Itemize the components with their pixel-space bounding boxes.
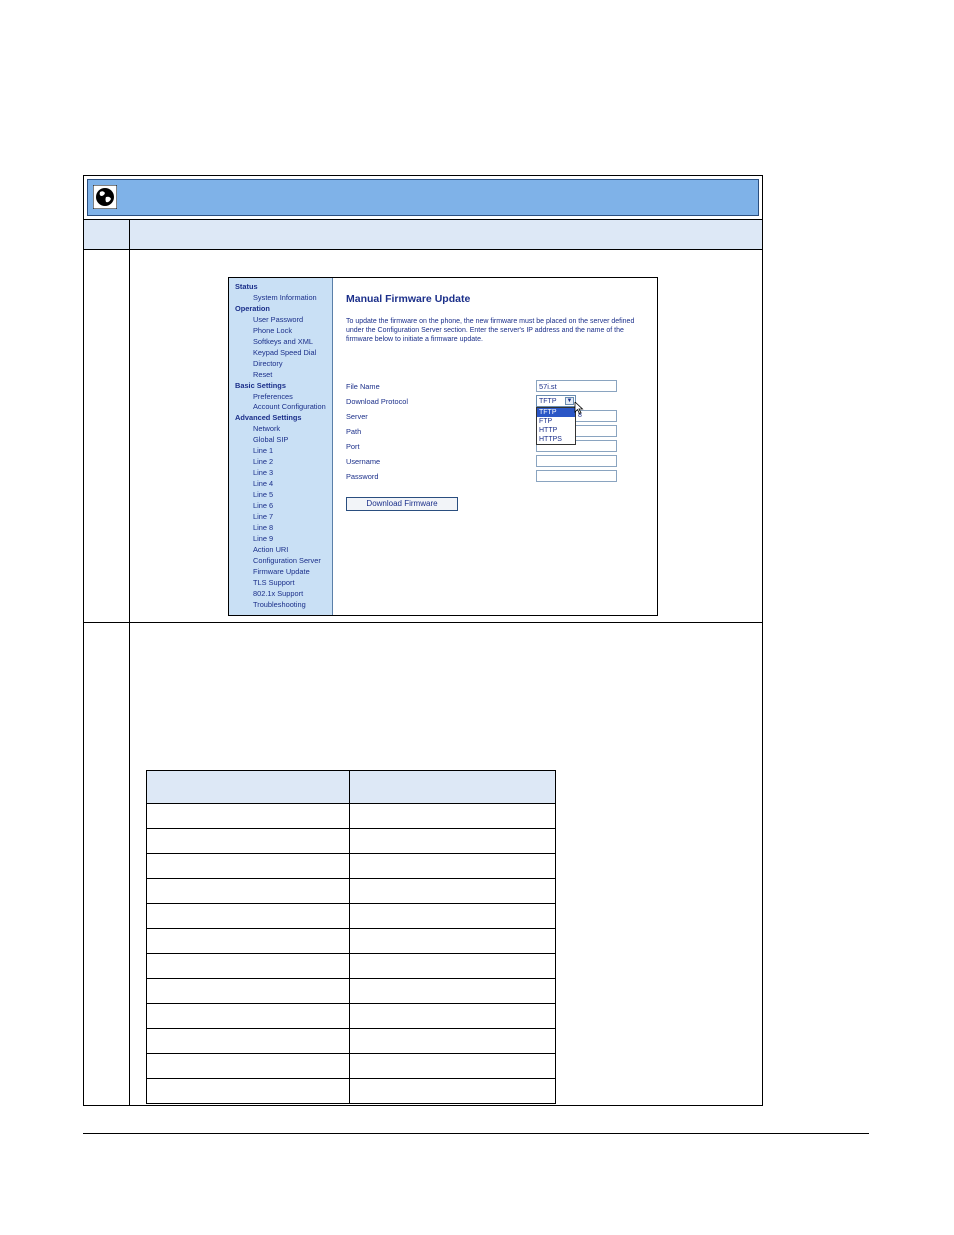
procedure-table-banner xyxy=(83,175,763,220)
table-row xyxy=(147,953,555,978)
sidebar-item[interactable]: Line 8 xyxy=(253,523,273,533)
username-input[interactable] xyxy=(536,455,617,467)
sidebar-item[interactable]: Line 6 xyxy=(253,501,273,511)
firmware-update-screenshot: Status System Information Operation User Pa… xyxy=(228,277,658,616)
download-protocol-label: Download Protocol xyxy=(346,397,409,406)
download-protocol-select[interactable]: TFTP ▼ xyxy=(536,395,576,407)
download-protocol-dropdown[interactable]: TFTP FTP HTTP HTTPS xyxy=(536,407,576,445)
sidebar-item[interactable]: Account Configuration xyxy=(253,402,326,412)
sidebar-item[interactable]: Phone Lock xyxy=(253,326,292,336)
sidebar-item[interactable]: Line 1 xyxy=(253,446,273,456)
path-label: Path xyxy=(346,427,362,436)
sidebar-item[interactable]: User Password xyxy=(253,315,303,325)
download-protocol-value: TFTP xyxy=(539,398,557,405)
sidebar-item[interactable]: Troubleshooting xyxy=(253,600,306,610)
password-input[interactable] xyxy=(536,470,617,482)
procedure-header-row xyxy=(83,220,763,250)
dropdown-option[interactable]: HTTPS xyxy=(537,435,575,444)
sidebar-item[interactable]: Line 4 xyxy=(253,479,273,489)
sidebar-item[interactable]: Network xyxy=(253,424,280,434)
page-description: To update the firmware on the phone, the… xyxy=(346,318,635,343)
parameter-table-header xyxy=(147,771,555,803)
sidebar-item[interactable]: Firmware Update xyxy=(253,567,310,577)
sidebar-item[interactable]: Line 7 xyxy=(253,512,273,522)
globe-icon xyxy=(93,185,117,209)
mouse-pointer-icon xyxy=(574,402,584,414)
sidebar-item[interactable]: Configuration Server xyxy=(253,556,321,566)
chevron-down-icon[interactable]: ▼ xyxy=(565,397,574,405)
sidebar-section: Basic Settings xyxy=(235,380,286,390)
dropdown-option[interactable]: FTP xyxy=(537,417,575,426)
table-row xyxy=(147,803,555,828)
table-row xyxy=(147,903,555,928)
firmware-update-panel: Manual Firmware Update To update the fir… xyxy=(334,278,657,615)
sidebar-item[interactable]: Line 2 xyxy=(253,457,273,467)
footer-divider xyxy=(83,1133,869,1134)
file-name-input[interactable]: 57i.st xyxy=(536,380,617,392)
sidebar-item[interactable]: Global SIP xyxy=(253,435,288,445)
sidebar-item[interactable]: TLS Support xyxy=(253,578,295,588)
sidebar-item[interactable]: Preferences xyxy=(253,392,293,402)
sidebar-item[interactable]: Line 5 xyxy=(253,490,273,500)
table-row xyxy=(147,928,555,953)
sidebar-item[interactable]: Softkeys and XML xyxy=(253,337,313,347)
sidebar-item[interactable]: Line 9 xyxy=(253,534,273,544)
sidebar-section: Advanced Settings xyxy=(235,413,302,423)
dropdown-option[interactable]: HTTP xyxy=(537,426,575,435)
table-row xyxy=(147,978,555,1003)
username-label: Username xyxy=(346,457,381,466)
table-row xyxy=(147,853,555,878)
download-firmware-button[interactable]: Download Firmware xyxy=(346,497,458,511)
port-label: Port xyxy=(346,442,360,451)
dropdown-option[interactable]: TFTP xyxy=(537,408,575,417)
sidebar-section: Operation xyxy=(235,303,270,313)
password-label: Password xyxy=(346,472,379,481)
table-row xyxy=(147,878,555,903)
file-name-label: File Name xyxy=(346,382,380,391)
sidebar-nav: Status System Information Operation User Pa… xyxy=(229,278,333,615)
sidebar-item[interactable]: 802.1x Support xyxy=(253,589,303,599)
sidebar-item[interactable]: Action URI xyxy=(253,545,288,555)
sidebar-item[interactable]: Keypad Speed Dial xyxy=(253,348,316,358)
sidebar-item[interactable]: Directory xyxy=(253,359,283,369)
table-row xyxy=(147,1003,555,1028)
sidebar-item[interactable]: Line 3 xyxy=(253,468,273,478)
table-row xyxy=(147,828,555,853)
sidebar-item[interactable]: System Information xyxy=(253,293,317,303)
page-title: Manual Firmware Update xyxy=(346,293,471,305)
procedure-banner xyxy=(87,179,759,216)
sidebar-section: Status xyxy=(235,282,258,291)
table-row xyxy=(147,1053,555,1078)
server-label: Server xyxy=(346,412,368,421)
sidebar-item[interactable]: Reset xyxy=(253,370,272,380)
table-row xyxy=(147,1028,555,1053)
table-row xyxy=(147,1078,555,1103)
parameter-table xyxy=(146,770,556,1104)
